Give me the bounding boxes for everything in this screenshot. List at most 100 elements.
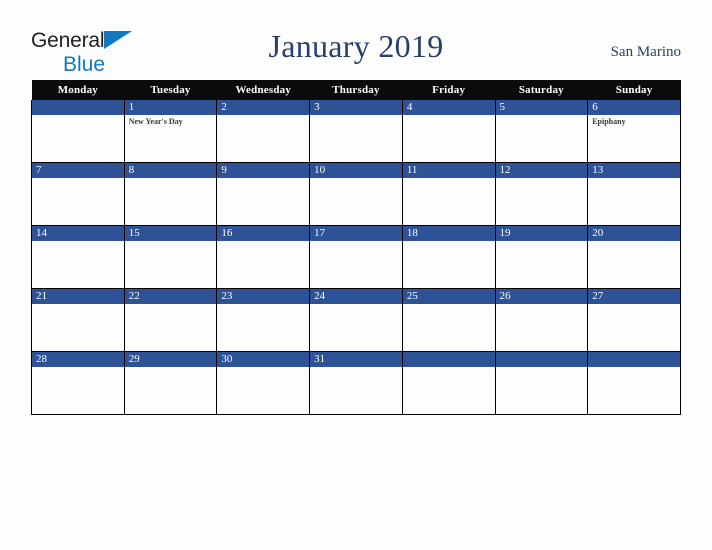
- day-number: 27: [588, 289, 680, 304]
- calendar-day-cell[interactable]: 29: [123, 351, 218, 415]
- day-number: 13: [588, 163, 680, 178]
- day-events: Epiphany: [588, 115, 680, 127]
- day-events: [32, 241, 124, 243]
- day-events: [496, 304, 588, 306]
- day-number: 18: [402, 226, 495, 241]
- day-events: [496, 115, 588, 117]
- calendar-day-cell[interactable]: 1 New Year's Day: [123, 100, 218, 163]
- calendar-day-cell[interactable]: 9: [216, 162, 311, 226]
- calendar-day-cell[interactable]: 8: [123, 162, 218, 226]
- weekday-header-friday: Friday: [402, 80, 496, 100]
- calendar-day-cell[interactable]: 17: [309, 225, 403, 289]
- day-number: 10: [310, 163, 402, 178]
- day-number: 25: [402, 289, 495, 304]
- calendar-day-cell[interactable]: 3: [309, 100, 403, 163]
- day-events: [310, 241, 402, 243]
- calendar-day-cell[interactable]: 14: [31, 225, 125, 289]
- calendar-day-cell[interactable]: 18: [401, 225, 496, 289]
- day-events: [125, 304, 217, 306]
- calendar-day-cell[interactable]: 4: [401, 100, 496, 163]
- day-number: 16: [217, 226, 310, 241]
- calendar-page: General Blue January 2019 San Marino Mon…: [0, 0, 712, 550]
- location-label: San Marino: [610, 44, 681, 60]
- day-number: 9: [217, 163, 310, 178]
- day-events: [310, 178, 402, 180]
- calendar-day-cell[interactable]: 30: [216, 351, 311, 415]
- weekday-header-thursday: Thursday: [309, 80, 403, 100]
- day-events: [403, 367, 495, 369]
- day-events: [310, 304, 402, 306]
- calendar-day-cell[interactable]: 7: [31, 162, 125, 226]
- day-number: 28: [32, 352, 124, 367]
- calendar-day-cell[interactable]: 23: [216, 288, 311, 352]
- calendar-grid: Monday Tuesday Wednesday Thursday Friday…: [31, 80, 681, 415]
- day-events: [217, 304, 309, 306]
- calendar-day-cell[interactable]: 6 Epiphany: [587, 100, 681, 163]
- calendar-day-cell[interactable]: 21: [31, 288, 125, 352]
- day-events: [125, 241, 217, 243]
- calendar-day-cell[interactable]: 15: [123, 225, 218, 289]
- calendar-week-row: 14 15 16 17 18 19 20: [31, 225, 681, 289]
- weekday-header-wednesday: Wednesday: [216, 80, 310, 100]
- calendar-day-cell[interactable]: 5: [494, 100, 589, 163]
- day-number: 8: [124, 163, 217, 178]
- day-number: 23: [217, 289, 310, 304]
- day-number: 21: [32, 289, 124, 304]
- calendar-empty-cell: [31, 100, 125, 163]
- day-number: 12: [495, 163, 588, 178]
- calendar-day-cell[interactable]: 16: [216, 225, 311, 289]
- calendar-day-cell[interactable]: 13: [587, 162, 681, 226]
- day-number: 7: [32, 163, 124, 178]
- day-events: [588, 178, 680, 180]
- calendar-week-row: 1 New Year's Day 2 3 4 5 6 Epiphany: [31, 100, 681, 163]
- day-number: 2: [217, 100, 310, 115]
- calendar-day-cell[interactable]: 31: [309, 351, 403, 415]
- calendar-day-cell[interactable]: 26: [494, 288, 589, 352]
- day-events: [32, 115, 124, 117]
- day-number: 29: [124, 352, 217, 367]
- day-number: 17: [310, 226, 402, 241]
- day-events: [217, 178, 309, 180]
- calendar-week-row: 21 22 23 24 25 26 27: [31, 288, 681, 352]
- calendar-day-cell[interactable]: 20: [587, 225, 681, 289]
- day-number: 30: [217, 352, 310, 367]
- day-number: 14: [32, 226, 124, 241]
- calendar-day-cell[interactable]: 27: [587, 288, 681, 352]
- weekday-header-saturday: Saturday: [495, 80, 588, 100]
- day-events: [496, 367, 588, 369]
- calendar-day-cell[interactable]: 11: [401, 162, 496, 226]
- day-events: [403, 115, 495, 117]
- calendar-day-cell[interactable]: 28: [31, 351, 125, 415]
- day-events: [588, 367, 680, 369]
- day-events: [310, 367, 402, 369]
- day-events: [32, 178, 124, 180]
- calendar-week-row: 7 8 9 10 11 12 13: [31, 162, 681, 226]
- day-events: [496, 178, 588, 180]
- calendar-day-cell[interactable]: 12: [494, 162, 589, 226]
- day-events: [588, 304, 680, 306]
- day-number: 15: [124, 226, 217, 241]
- day-number: 11: [402, 163, 495, 178]
- day-number: 5: [495, 100, 588, 115]
- calendar-day-cell[interactable]: 24: [309, 288, 403, 352]
- calendar-day-cell[interactable]: 22: [123, 288, 218, 352]
- day-number: 26: [495, 289, 588, 304]
- page-title: January 2019: [268, 28, 444, 64]
- calendar-day-cell[interactable]: 19: [494, 225, 589, 289]
- day-number: 22: [124, 289, 217, 304]
- day-events: [217, 115, 309, 117]
- calendar-day-cell[interactable]: 10: [309, 162, 403, 226]
- day-events: [125, 178, 217, 180]
- day-number: 1: [124, 100, 217, 115]
- holiday-event-label: New Year's Day: [128, 117, 183, 126]
- day-events: [217, 241, 309, 243]
- day-events: [588, 241, 680, 243]
- day-events: [403, 241, 495, 243]
- day-events: New Year's Day: [125, 115, 217, 127]
- calendar-day-cell[interactable]: 2: [216, 100, 311, 163]
- calendar-day-cell[interactable]: 25: [401, 288, 496, 352]
- day-events: [32, 304, 124, 306]
- day-number: 6: [588, 100, 680, 115]
- calendar-empty-cell: [587, 351, 681, 415]
- day-events: [403, 178, 495, 180]
